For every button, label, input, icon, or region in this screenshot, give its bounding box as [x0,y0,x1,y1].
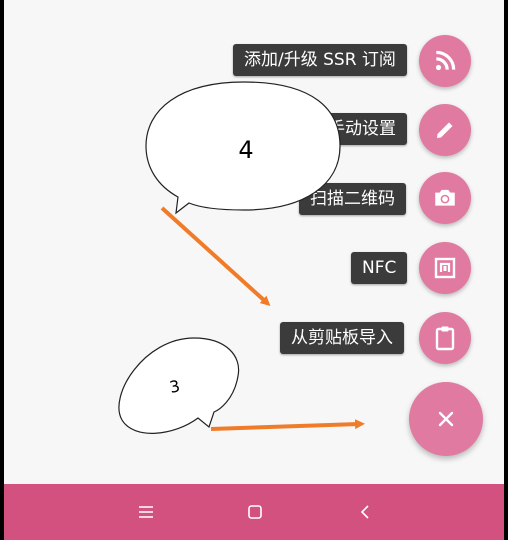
back-icon [360,505,369,519]
nav-back-button[interactable] [345,494,385,530]
nav-menu-button[interactable] [126,494,166,530]
nav-home-button[interactable] [235,494,275,530]
arrow-to-import-clipboard [160,206,271,307]
home-icon [248,505,262,519]
callout-4-number: 4 [238,136,253,164]
app-screen: 添加/升级 SSR 订阅 手动设置 扫描二维码 NFC 从剪贴板导入 4 3 [4,0,504,540]
menu-icon [139,506,153,518]
callout-bubble-4: 4 [145,81,341,215]
navigation-bar [4,484,504,540]
arrow-to-close-fab [210,419,365,431]
annotation-overlay: 4 3 [118,81,365,434]
callout-bubble-3: 3 [118,337,240,434]
